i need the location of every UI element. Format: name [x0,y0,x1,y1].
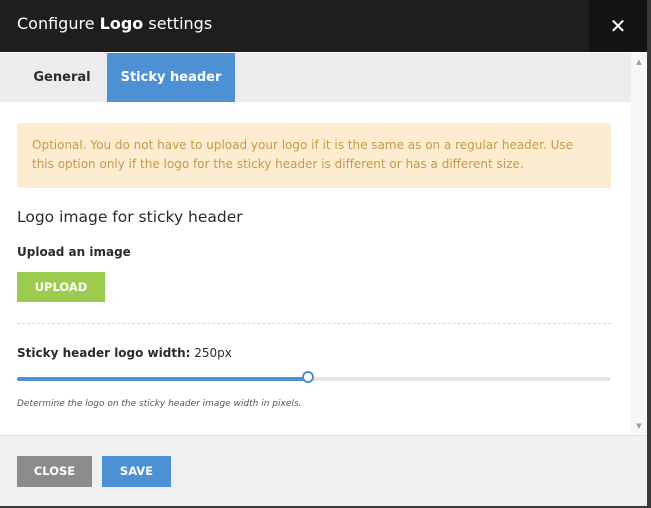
tab-sticky-header[interactable]: Sticky header [107,53,235,102]
close-icon[interactable]: ✕ [589,0,647,52]
logo-width-value: 250px [194,346,232,360]
vertical-scrollbar[interactable]: ▲ ▼ [631,53,647,435]
scroll-up-arrow-icon[interactable]: ▲ [631,58,647,66]
title-bold-word: Logo [99,14,144,33]
dialog-header: Configure Logo settings ✕ [0,0,647,52]
upload-button[interactable]: UPLOAD [17,272,105,302]
dialog-title: Configure Logo settings [17,14,212,34]
scroll-down-arrow-icon[interactable]: ▼ [631,422,647,430]
section-title: Logo image for sticky header [17,208,243,226]
title-prefix: Configure [17,14,100,33]
logo-width-slider[interactable] [17,371,611,383]
dialog-footer: CLOSE SAVE [0,435,647,506]
title-suffix: settings [143,14,213,33]
logo-width-label-text: Sticky header logo width: [17,346,191,360]
divider [17,323,611,324]
tab-general[interactable]: General [17,53,107,102]
upload-label: Upload an image [17,245,131,259]
logo-width-label: Sticky header logo width: 250px [17,346,232,360]
slider-fill [17,377,309,381]
logo-settings-dialog: Configure Logo settings ✕ General Sticky… [0,0,647,506]
tab-bar: General Sticky header [0,53,631,102]
save-button[interactable]: SAVE [102,456,171,487]
logo-width-help: Determine the logo on the sticky header … [17,399,302,409]
optional-notice: Optional. You do not have to upload your… [17,123,611,188]
close-button[interactable]: CLOSE [17,456,92,487]
slider-handle[interactable] [302,371,315,383]
